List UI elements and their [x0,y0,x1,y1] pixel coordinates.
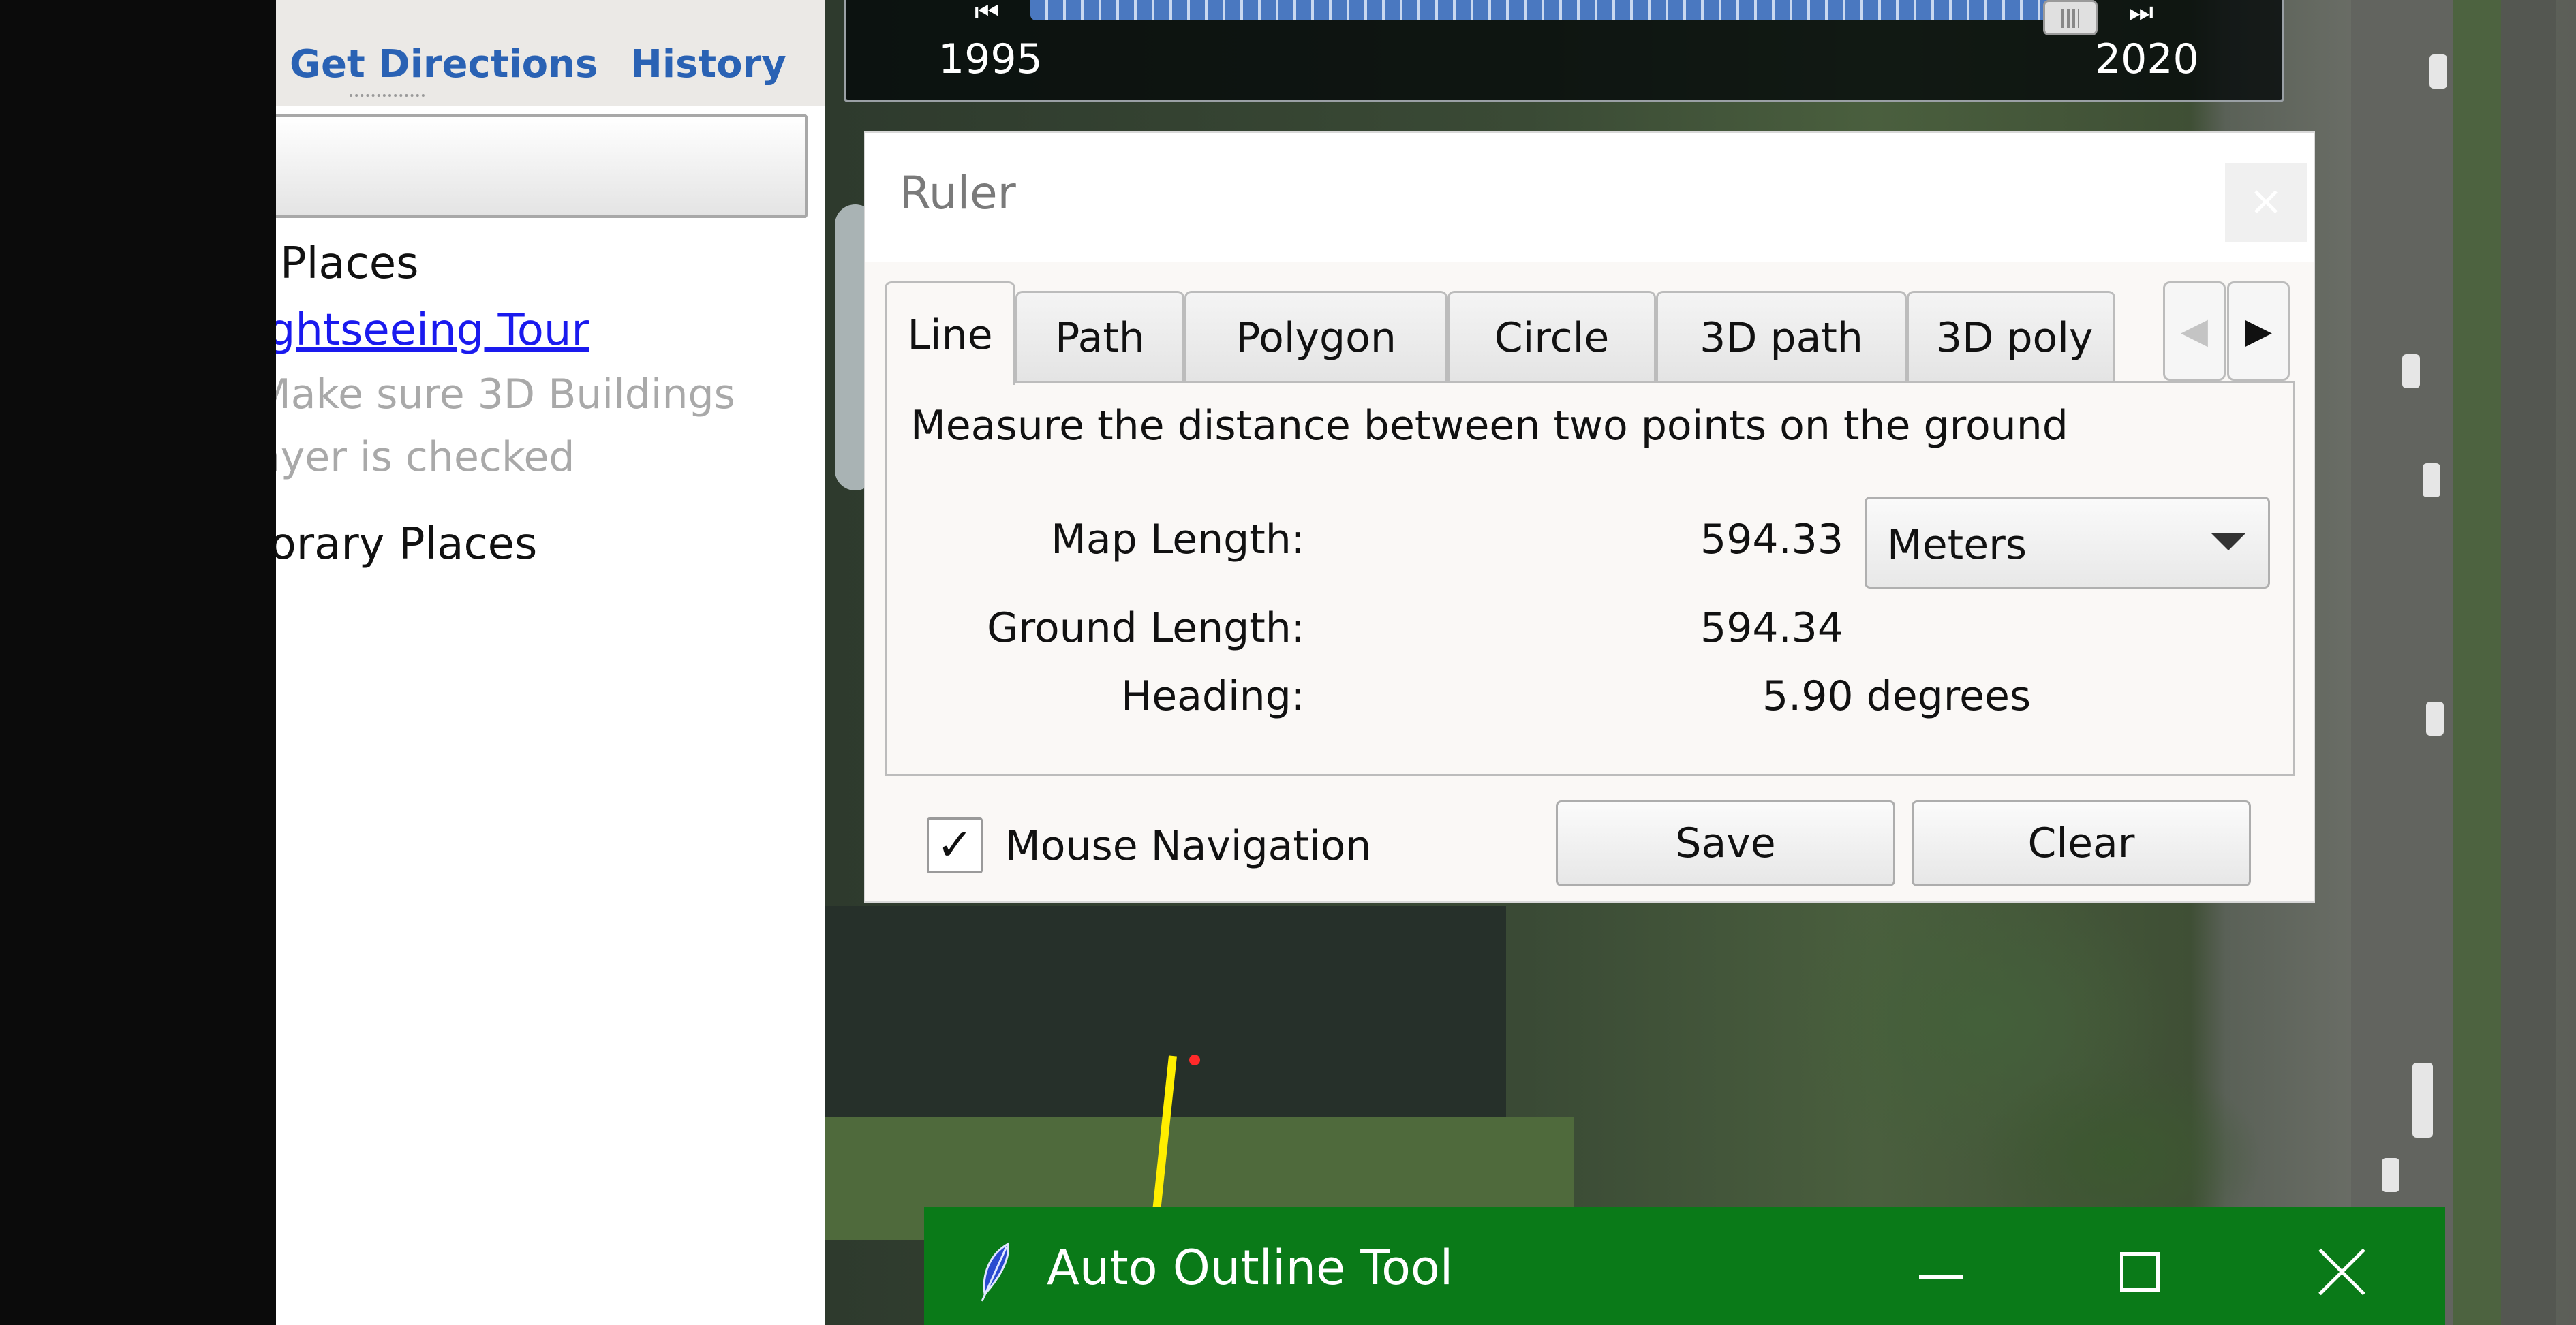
ground-length-value: 594.34 [1700,604,1843,652]
tour-note-line1: Make sure 3D Buildings [276,371,735,418]
auto-outline-titlebar[interactable]: Auto Outline Tool [924,1207,2445,1325]
close-icon[interactable] [2314,1245,2369,1299]
clear-button[interactable]: Clear [1912,800,2251,886]
ruler-endpoint[interactable] [1189,1055,1200,1065]
historical-imagery-slider-handle[interactable] [2043,0,2098,35]
map-road [2351,0,2453,1325]
sightseeing-tour-link[interactable]: ightseeing Tour [276,305,589,356]
mouse-navigation-checkbox[interactable]: ✓ [927,817,983,873]
temporary-places-folder[interactable]: porary Places [276,519,537,570]
search-results-box[interactable] [276,114,808,218]
earth-sidebar: Get Directions History Places ightseeing… [276,0,825,1325]
save-button[interactable]: Save [1556,800,1895,886]
map-length-label: Map Length: [1051,516,1305,563]
map-car [2382,1158,2399,1192]
unit-select[interactable]: Meters [1865,497,2270,589]
ruler-description: Measure the distance between two points … [910,402,2068,450]
map-car [2402,354,2420,388]
map-car [2423,463,2440,497]
unit-selected-value: Meters [1887,521,2027,569]
ruler-title: Ruler [900,167,1016,219]
chevron-down-icon [2211,533,2246,550]
maximize-icon[interactable] [2120,1252,2160,1292]
tab-get-directions[interactable]: Get Directions [290,42,598,87]
check-icon: ✓ [936,820,973,871]
feather-icon [981,1242,1009,1302]
tab-circle[interactable]: Circle [1447,291,1656,381]
map-truck [2412,1063,2433,1138]
close-icon[interactable]: × [2225,163,2307,242]
minimize-icon[interactable] [1919,1275,1963,1279]
tab-3d-path[interactable]: 3D path [1656,291,1907,381]
tab-path[interactable]: Path [1015,291,1184,381]
map-car [2426,702,2444,736]
chevron-left-icon[interactable]: ◀ [2163,281,2226,381]
heading-label: Heading: [1121,672,1305,720]
mouse-navigation-label[interactable]: Mouse Navigation [1005,822,1371,870]
historical-imagery-timeline[interactable] [1030,0,2053,20]
step-forward-icon[interactable]: ⏭ [2126,0,2156,27]
map-length-value: 594.33 [1700,516,1843,563]
map-car [2429,54,2447,89]
ruler-titlebar[interactable]: Ruler × [865,133,2314,262]
ground-length-label: Ground Length: [987,604,1305,652]
auto-outline-title: Auto Outline Tool [1047,1240,1454,1296]
tab-line[interactable]: Line [885,281,1015,385]
chevron-right-icon[interactable]: ▶ [2227,281,2290,381]
step-back-icon[interactable]: ⏮ [972,0,1002,27]
tab-history[interactable]: History [630,42,786,87]
line-tab-panel: Measure the distance between two points … [885,381,2295,776]
tab-drag-handle[interactable] [350,94,425,99]
timeline-start-year: 1995 [938,35,1043,83]
left-black-strip [0,0,276,1325]
sidebar-tab-bar: Get Directions History [276,0,825,106]
tab-polygon[interactable]: Polygon [1184,291,1447,381]
tab-3d-polygon[interactable]: 3D poly [1907,291,2115,381]
heading-value: 5.90 degrees [1762,672,2031,720]
tour-note-line2: ayer is checked [276,433,575,481]
timeline-end-year: 2020 [2095,35,2199,83]
ruler-dialog: Ruler × Line Path Polygon Circle 3D path… [865,133,2314,901]
map-median [2453,0,2501,1325]
places-folder[interactable]: Places [280,238,419,289]
map-road [2501,0,2556,1325]
